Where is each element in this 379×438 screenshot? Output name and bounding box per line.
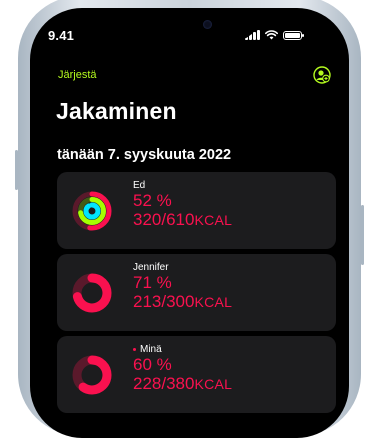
friend-card-jennifer[interactable]: Jennifer 71 % 213/300KCAL [57, 254, 336, 331]
status-bar-time: 9.41 [48, 28, 75, 43]
add-person-icon[interactable] [313, 66, 331, 84]
kcal-value: 213/300 [133, 292, 195, 311]
kcal-value: 320/610 [133, 210, 195, 229]
battery-icon [282, 30, 304, 40]
friend-name: Minä [133, 344, 162, 355]
move-percent: 71 % [133, 273, 172, 292]
kcal-value: 228/380 [133, 374, 195, 393]
move-ring-icon [72, 273, 112, 313]
move-ring-icon [72, 355, 112, 395]
move-kcal: 228/380KCAL [133, 375, 232, 393]
front-camera [203, 20, 212, 29]
friend-name: Jennifer [133, 262, 169, 273]
move-percent: 60 % [133, 355, 172, 374]
kcal-unit: KCAL [194, 376, 233, 392]
friend-card-ed[interactable]: Ed 52 % 320/610KCAL [57, 172, 336, 249]
friend-name-text: Minä [140, 344, 162, 355]
friend-name: Ed [133, 180, 146, 191]
page-title: Jakaminen [56, 98, 177, 124]
notch [133, 8, 256, 40]
organize-button[interactable]: Järjestä [58, 69, 97, 81]
date-header: tänään 7. syyskuuta 2022 [57, 147, 232, 163]
side-button [361, 205, 364, 265]
move-percent: 52 % [133, 191, 172, 210]
move-kcal: 213/300KCAL [133, 293, 232, 311]
move-kcal: 320/610KCAL [133, 211, 232, 229]
me-indicator-dot [133, 348, 136, 351]
kcal-unit: KCAL [194, 212, 233, 228]
wifi-icon [264, 30, 278, 40]
activity-rings-icon [72, 191, 112, 231]
kcal-unit: KCAL [194, 294, 233, 310]
volume-button [15, 150, 18, 190]
friend-card-me[interactable]: Minä 60 % 228/380KCAL [57, 336, 336, 413]
